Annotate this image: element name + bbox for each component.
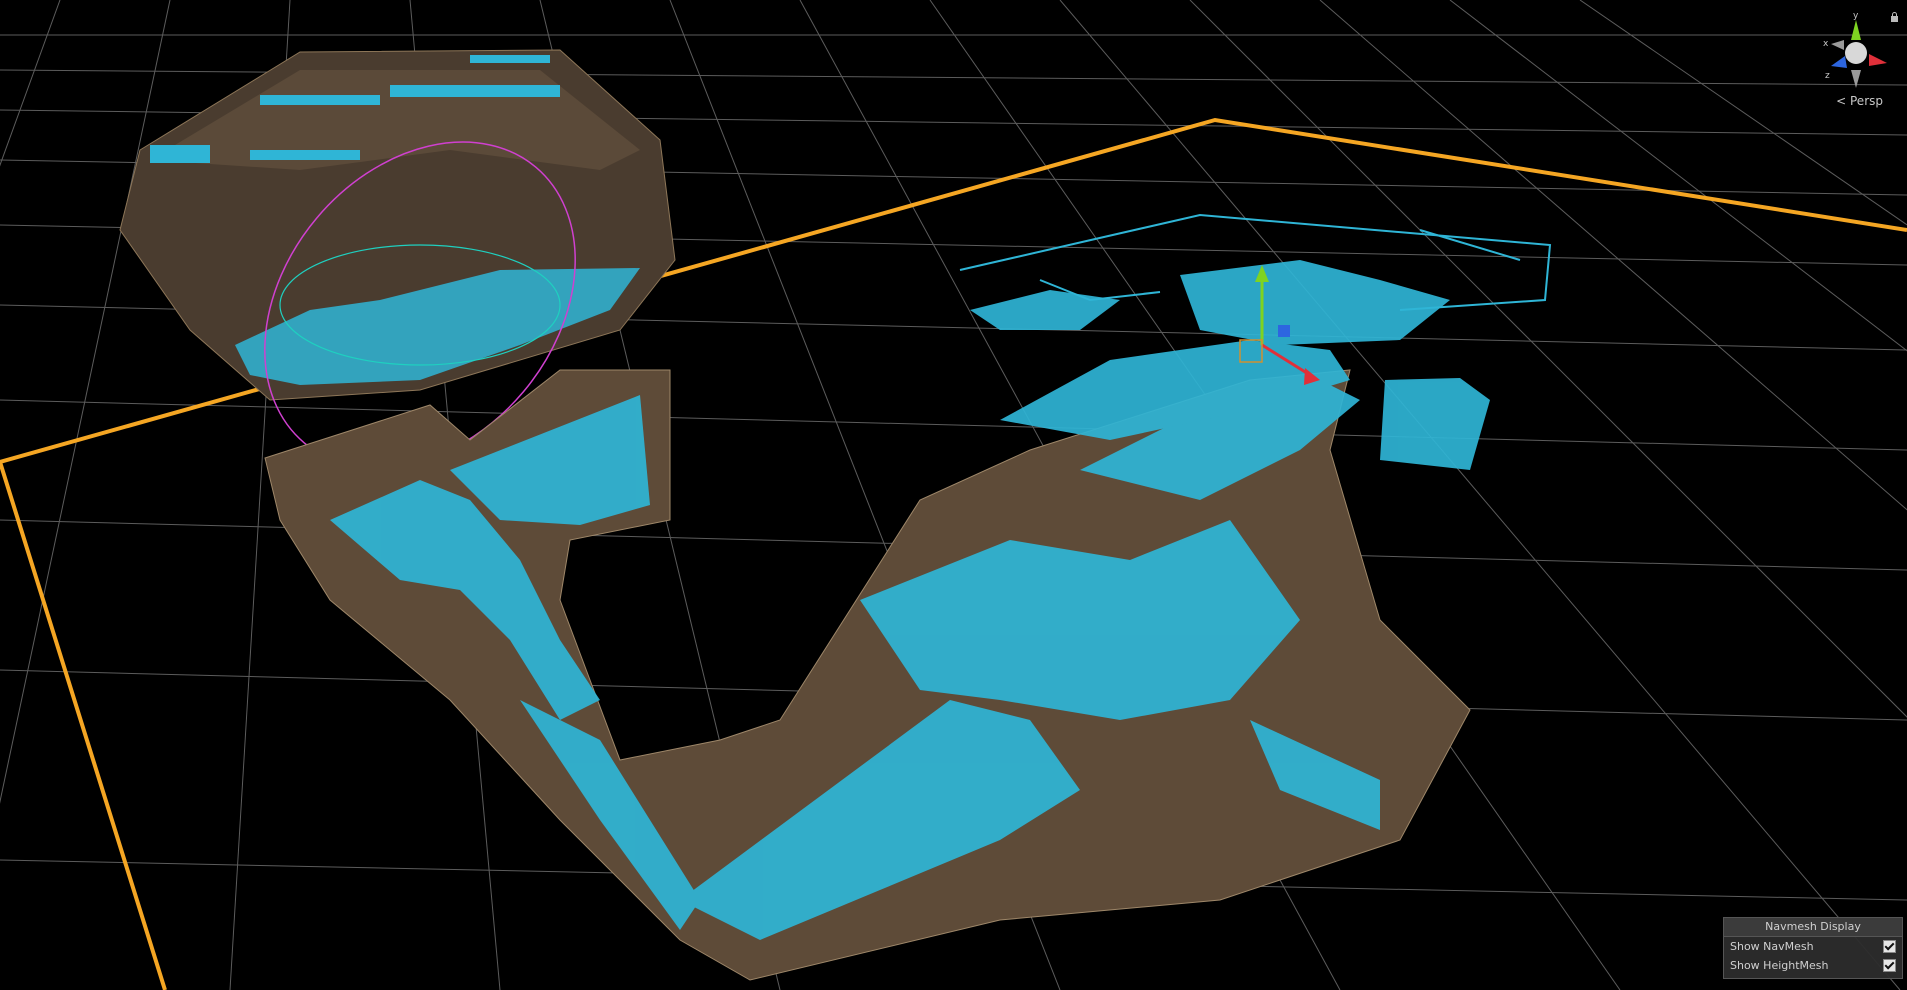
world-bounds-left-edge	[0, 461, 167, 990]
scene-canvas[interactable]	[0, 0, 1907, 990]
lock-icon[interactable]	[1890, 12, 1899, 22]
y-axis-cone-icon[interactable]	[1851, 20, 1861, 40]
projection-label: Persp	[1850, 94, 1883, 108]
show-heightmesh-checkbox[interactable]	[1883, 959, 1896, 972]
chevron-left-icon: <	[1836, 94, 1847, 108]
show-heightmesh-row[interactable]: Show HeightMesh	[1724, 956, 1902, 975]
navmesh-display-panel: Navmesh Display Show NavMesh Show Height…	[1723, 917, 1903, 979]
show-heightmesh-label: Show HeightMesh	[1730, 959, 1829, 972]
show-navmesh-row[interactable]: Show NavMesh	[1724, 937, 1902, 956]
show-navmesh-checkbox[interactable]	[1883, 940, 1896, 953]
x-axis-cone-icon[interactable]	[1869, 54, 1887, 66]
scene-viewport[interactable]: y x z < Persp Navmesh Display Show NavMe…	[0, 0, 1907, 990]
projection-toggle[interactable]: < Persp	[1836, 94, 1883, 108]
gizmo-z-label: z	[1825, 71, 1830, 81]
show-navmesh-label: Show NavMesh	[1730, 940, 1814, 953]
rock-voxel-mass	[119, 49, 676, 401]
scene-orientation-gizmo-icon[interactable]: y x z	[1821, 8, 1891, 108]
gizmo-x-label: x	[1823, 39, 1829, 49]
navmesh-display-title: Navmesh Display	[1724, 918, 1902, 937]
z-axis-cone-icon[interactable]	[1831, 56, 1847, 68]
gizmo-y-label: y	[1853, 11, 1859, 21]
